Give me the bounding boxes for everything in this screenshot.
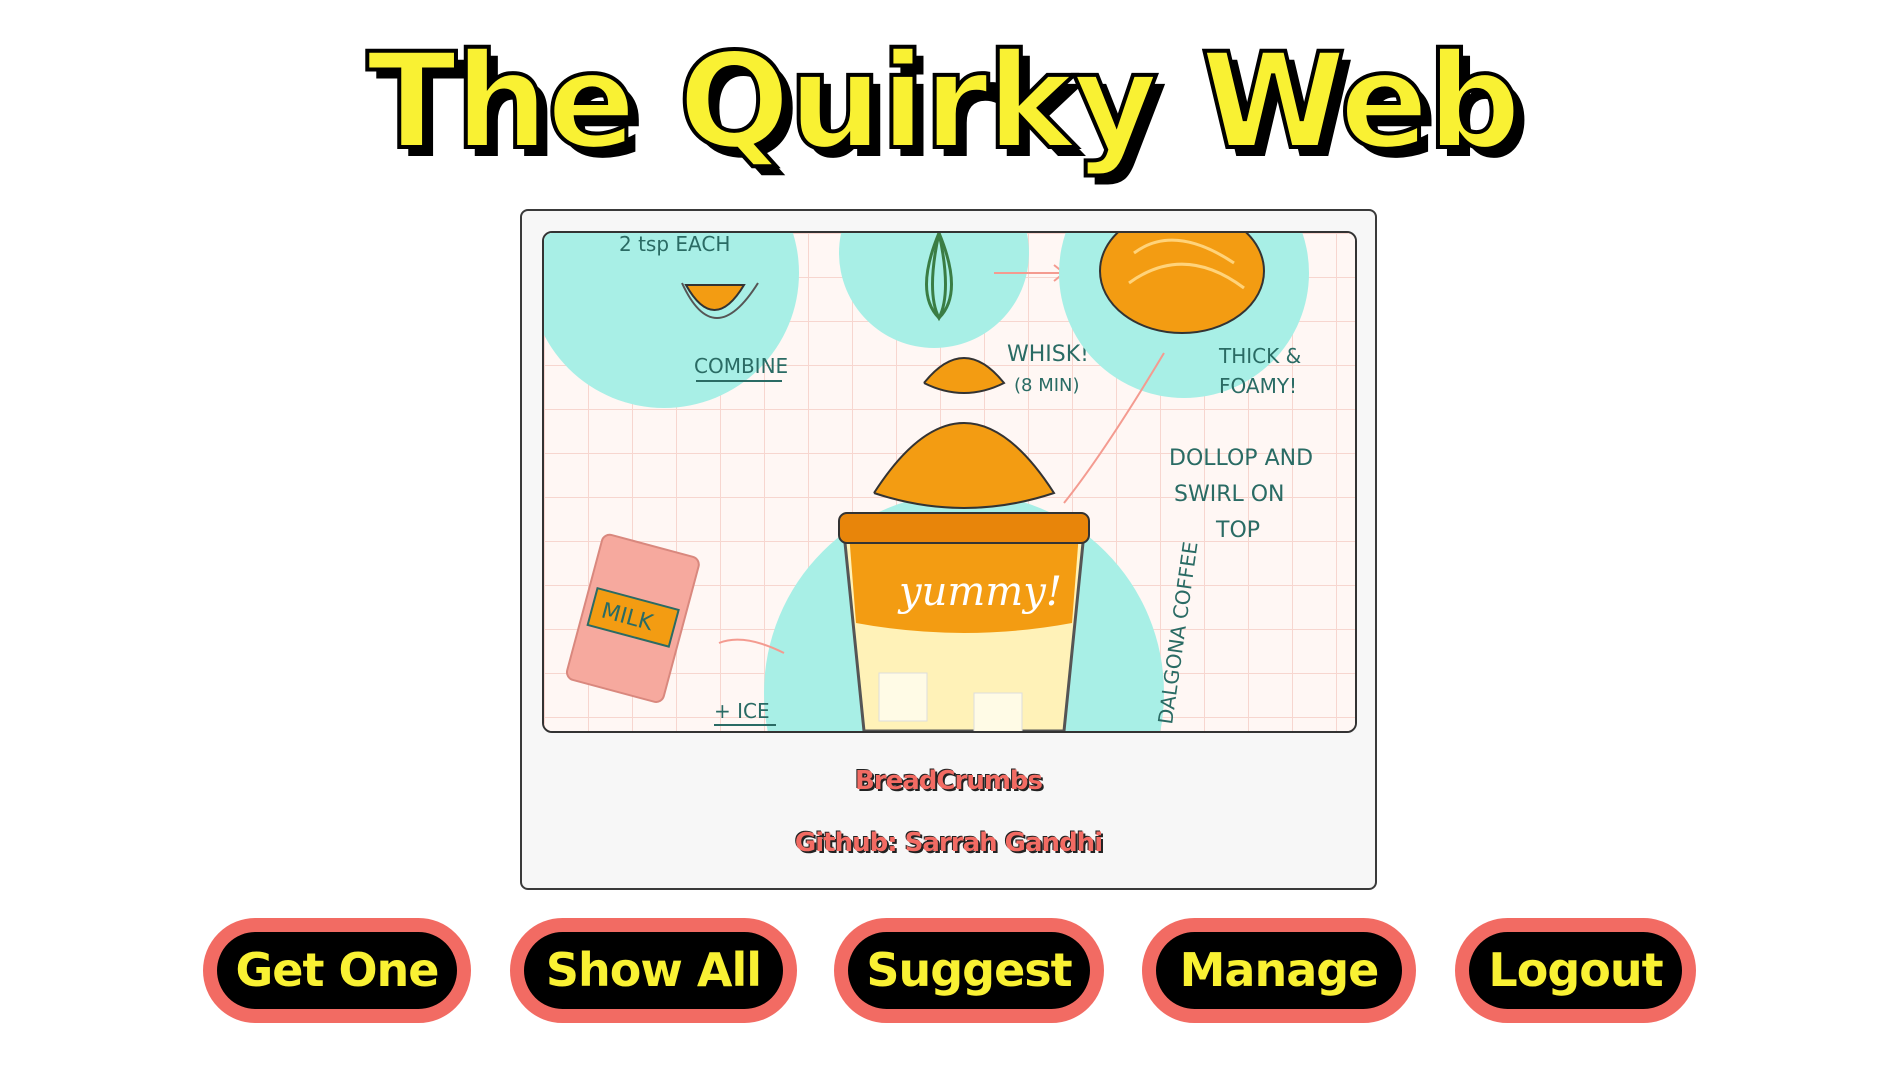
logout-button[interactable]: Logout [1455,918,1696,1023]
label-ice: + ICE [714,699,770,723]
show-all-button[interactable]: Show All [510,918,797,1023]
label-measure: 2 tsp EACH [619,233,730,256]
label-whisk: WHISK! [1007,342,1089,367]
card-github-link[interactable]: Github: Sarrah Gandhi [522,828,1375,858]
label-foamy: FOAMY! [1219,374,1297,398]
get-one-button[interactable]: Get One [203,918,471,1023]
label-dollop-3: TOP [1215,518,1260,543]
page: The Quirky Web 2 tsp EACH COMBINE WHISK!… [0,0,1886,1066]
nav-bar: Get One Show All Suggest Manage Logout [0,918,1886,1023]
label-dollop-1: DOLLOP AND [1169,446,1313,471]
suggest-button[interactable]: Suggest [834,918,1104,1023]
label-thick: THICK & [1218,344,1301,368]
manage-button[interactable]: Manage [1142,918,1416,1023]
card-image: 2 tsp EACH COMBINE WHISK! (8 MIN) THICK … [542,231,1357,733]
label-dollop-2: SWIRL ON [1174,482,1285,507]
label-whisk-time: (8 MIN) [1014,375,1080,396]
site-title: The Quirky Web [365,23,1524,181]
label-cup: yummy! [897,569,1062,615]
item-card: 2 tsp EACH COMBINE WHISK! (8 MIN) THICK … [520,209,1377,890]
card-title: BreadCrumbs [854,766,1043,796]
label-combine: COMBINE [694,354,788,378]
dalgona-illustration: 2 tsp EACH COMBINE WHISK! (8 MIN) THICK … [544,233,1355,731]
